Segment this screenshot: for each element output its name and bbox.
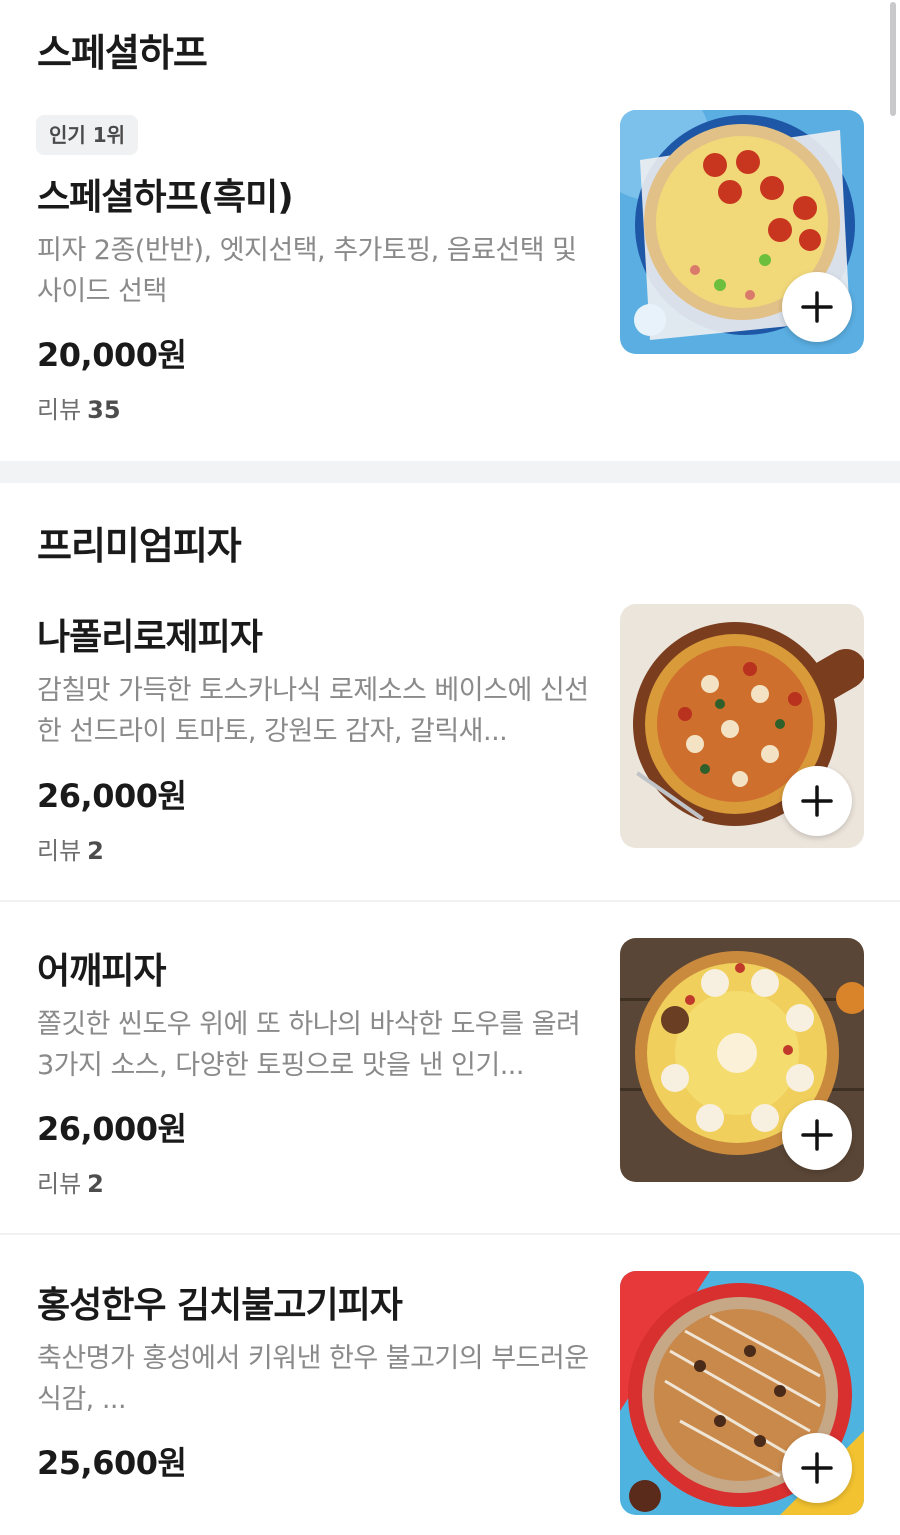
menu-item-description: 감칠맛 가득한 토스카나식 로제소스 베이스에 신선한 선드라이 토마토, 강원… xyxy=(37,675,589,747)
add-to-cart-button[interactable] xyxy=(782,766,852,836)
plus-icon xyxy=(801,785,833,817)
review-label: 리뷰 xyxy=(37,396,82,424)
plus-icon xyxy=(801,1452,833,1484)
menu-item-name: 홍성한우 김치불고기피자 xyxy=(37,1285,403,1326)
scrollbar[interactable] xyxy=(890,2,896,116)
popular-badge: 인기 1위 xyxy=(36,115,139,155)
menu-item-review: 리뷰 2 xyxy=(37,831,104,866)
add-to-cart-button[interactable] xyxy=(782,1100,852,1170)
menu-item-image[interactable] xyxy=(620,1271,864,1515)
review-count: 35 xyxy=(87,396,121,424)
section-divider xyxy=(0,461,900,483)
menu-item-price: 26,000원 xyxy=(37,777,187,815)
add-to-cart-button[interactable] xyxy=(782,272,852,342)
review-count: 2 xyxy=(87,837,104,865)
menu-item-price: 25,600원 xyxy=(37,1444,187,1482)
menu-item-description: 쫄깃한 씬도우 위에 또 하나의 바삭한 도우를 올려 3가지 소스, 다양한 … xyxy=(37,1009,581,1081)
item-divider xyxy=(0,900,900,902)
menu-item-price: 26,000원 xyxy=(37,1110,187,1148)
section-title-special-half: 스페셜하프 xyxy=(37,31,208,75)
menu-item-name: 스페셜하프(흑미) xyxy=(37,177,294,218)
review-label: 리뷰 xyxy=(37,837,82,865)
section-title-premium-pizza: 프리미엄피자 xyxy=(37,524,242,568)
menu-item-name: 나폴리로제피자 xyxy=(37,617,263,658)
plus-icon xyxy=(801,291,833,323)
add-to-cart-button[interactable] xyxy=(782,1433,852,1503)
menu-item-image[interactable] xyxy=(620,938,864,1182)
menu-item-image[interactable] xyxy=(620,110,864,354)
menu-item-review: 리뷰 35 xyxy=(37,390,121,425)
plus-icon xyxy=(801,1119,833,1151)
menu-item-image[interactable] xyxy=(620,604,864,848)
menu-item-name: 어깨피자 xyxy=(37,951,166,992)
menu-item-description: 축산명가 홍성에서 키워낸 한우 불고기의 부드러운 식감, ... xyxy=(37,1343,589,1415)
menu-item-review: 리뷰 2 xyxy=(37,1164,104,1199)
review-label: 리뷰 xyxy=(37,1170,82,1198)
item-divider xyxy=(0,1233,900,1235)
review-count: 2 xyxy=(87,1170,104,1198)
menu-item-price: 20,000원 xyxy=(37,336,187,374)
menu-item-description: 피자 2종(반반), 엣지선택, 추가토핑, 음료선택 및 사이드 선택 xyxy=(37,235,577,307)
